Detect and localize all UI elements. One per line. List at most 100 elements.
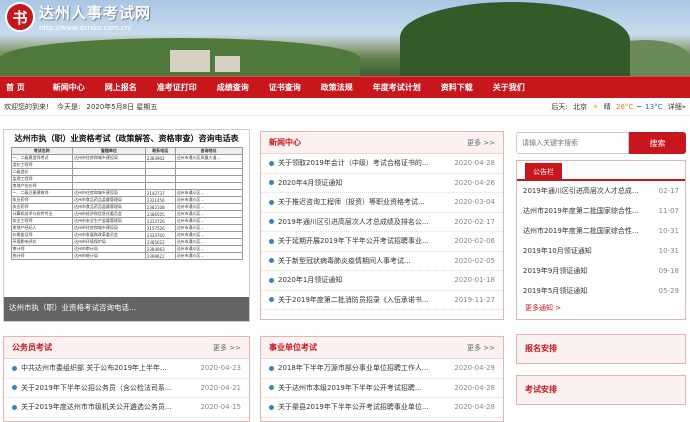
notice-item-text[interactable]: 2019年9月领证通知 [523,266,655,276]
signup-schedule-box[interactable]: 报名安排 [516,334,686,364]
table-cell: 监理工程师 [10,175,73,183]
notice-item[interactable]: 2019年10月领证通知 10-31 [517,241,685,261]
public-institution-panel: 事业单位考试 更多 >> 2018年下半年万源市部分事业单位招聘工作人... 202… [260,336,504,422]
nav-home[interactable]: 首 页 [0,77,43,99]
list-item-text[interactable]: 关于新型冠状病毒肺炎疫情期间人事考试... [278,256,448,266]
list-item-text[interactable]: 关于渠县2019年下半年公开考试招聘事业单位... [278,402,448,412]
nav-news[interactable]: 新闻中心 [43,77,95,99]
notice-item-text[interactable]: 2019年10月领证通知 [523,246,655,256]
list-item-text[interactable]: 关于2019年度达州市市级机关公开遴选公务员... [21,402,194,412]
list-item-date: 2020-03-04 [454,198,495,207]
bullet-icon [12,365,17,371]
public-more-link[interactable]: 更多 >> [467,343,495,353]
table-cell: 达州市住房和城乡建设局 [71,224,146,232]
site-header: 书 达州人事考试网 http://www.dzrsks.com.cn/ [0,0,690,76]
news-item[interactable]: 关于2019年度第二批消防员招录《入伍承诺书... 2019-11-27 [261,291,503,310]
civil-item[interactable]: 关于2019年下半年公招公务员（含公检法司系... 2020-04-21 [4,379,249,398]
list-item-text[interactable]: 关于2019年下半年公招公务员（含公检法司系... [21,383,194,393]
news-more-link[interactable]: 更多 >> [467,138,495,148]
list-item-text[interactable]: 关于达州市本级2019年下半年公开考试招聘... [278,383,448,393]
nav-signup[interactable]: 网上报名 [95,77,147,99]
table-cell: 2384063 [144,245,176,253]
search-input[interactable] [516,132,629,154]
table-cell: 达州市统计局 [71,252,146,260]
table-row: 监理工程师 [10,175,243,183]
table-cell: 达州市通川区... [174,196,243,204]
notice-item[interactable]: 达州市2019年度第二批国家综合性... 10-31 [517,221,685,241]
bullet-icon [269,385,274,391]
weather-widget: 后天: 北京 ☀ 晴 26°C ~13°C 详细» [548,102,686,112]
table-cell: 2382108 [144,203,176,211]
public-item[interactable]: 关于达州市本级2019年下半年公开考试招聘... 2020-04-28 [261,379,503,398]
notice-item[interactable]: 2019年通川区引进高层次人才总成... 02-17 [517,181,685,201]
table-cell: 达州市食品药品监督管理局 [71,203,146,211]
list-item-text[interactable]: 关于领取2019年会计（中级）考试合格证书的... [278,158,448,168]
nav-downloads[interactable]: 资料下载 [431,77,483,99]
table-cell [174,168,243,176]
news-item[interactable]: 关于推迟咨询工程师（投资）等职业资格考试... 2020-03-04 [261,193,503,213]
news-item[interactable]: 2019年通川区引进高层次人才总成绩及排名公... 2020-02-17 [261,213,503,232]
weather-detail-link[interactable]: 详细» [668,103,686,111]
notice-item-text[interactable]: 达州市2019年度第二批国家综合性... [523,206,655,216]
bullet-icon [12,385,17,391]
table-row: 造价工程师 [10,161,243,169]
news-item[interactable]: 2020年4月领证通知 2020-04-26 [261,174,503,193]
list-item-text[interactable]: 2020年4月领证通知 [278,178,448,188]
table-row: 房地产估价师 [10,182,243,190]
civil-item[interactable]: 关于2019年度达州市市级机关公开遴选公务员... 2020-04-15 [4,398,249,418]
news-item[interactable]: 2020年1月领证通知 2020-01-18 [261,271,503,291]
table-cell: 统计师 [10,252,73,260]
exam-schedule-box[interactable]: 考试安排 [516,375,686,405]
public-item[interactable]: 关于渠县2019年下半年公开考试招聘事业单位... 2020-04-28 [261,398,503,418]
notice-item-text[interactable]: 2019年5月领证通知 [523,286,655,296]
list-item-date: 2020-04-23 [200,364,241,373]
nav-policy[interactable]: 政策法规 [311,77,363,99]
notice-more-link[interactable]: 更多通知 > [517,301,685,315]
civil-more-link[interactable]: 更多 >> [213,343,241,353]
public-item[interactable]: 2018年下半年万源市部分事业单位招聘工作人... 2020-04-29 [261,359,503,379]
table-cell: 一、二级注册建筑师 [10,189,73,197]
slide-caption[interactable]: 达州市执（职）业资格考试咨询电话... [4,297,249,321]
news-item[interactable]: 关于延期开展2019年下半年公开考试招聘事业... 2020-02-06 [261,232,503,252]
list-item-text[interactable]: 中共达州市委组织部 关于公布2019年上半年... [21,363,194,373]
site-logo[interactable]: 书 达州人事考试网 http://www.dzrsks.com.cn/ [5,2,151,32]
civil-title: 公务员考试 [12,343,52,352]
list-item-text[interactable]: 关于推迟咨询工程师（投资）等职业资格考试... [278,197,448,207]
temp-sep: ~ [636,102,643,111]
weather-city: 北京 [573,102,588,111]
list-item-text[interactable]: 2018年下半年万源市部分事业单位招聘工作人... [278,363,448,373]
table-header-cell: 咨询地址 [174,147,243,155]
building-graphic [170,50,210,72]
nav-score-query[interactable]: 成绩查询 [207,77,259,99]
news-item[interactable]: 关于新型冠状病毒肺炎疫情期间人事考试... 2020-02-05 [261,252,503,271]
bullet-icon [269,180,274,186]
list-item-date: 2020-04-26 [454,178,495,187]
civil-item[interactable]: 中共达州市委组织部 关于公布2019年上半年... 2020-04-23 [4,359,249,379]
nav-certificate-query[interactable]: 证书查询 [259,77,311,99]
table-row: 价格鉴证师 达州市发展和改革委员会 2333700 达州市通川区... [10,231,243,239]
featured-image-slide[interactable]: 达州市执（职）业资格考试（政策解答、资格审查）咨询电话表 考试名称 管理单位 联系电… [3,129,250,322]
list-item-text[interactable]: 2020年1月领证通知 [278,275,448,285]
table-header-cell: 联系电话 [144,147,176,155]
table-cell [71,161,146,169]
table-cell: 二级造价 [10,168,73,176]
doc-title: 达州市执（职）业资格考试（政策解答、资格审查）咨询电话表 [14,134,239,143]
nav-annual-plan[interactable]: 年度考试计划 [363,77,431,99]
search-button[interactable]: 搜索 [629,132,686,154]
list-item-text[interactable]: 关于2019年度第二批消防员招录《入伍承诺书... [278,295,448,305]
nav-admission-ticket[interactable]: 准考证打印 [147,77,207,99]
list-item-text[interactable]: 2019年通川区引进高层次人才总成绩及排名公... [278,217,448,227]
notice-item-text[interactable]: 2019年通川区引进高层次人才总成... [523,186,655,196]
table-row: 一、二级注册建筑师 达州市住房和城乡建设局 2142737 达州市通川区... [10,189,243,197]
notice-item[interactable]: 达州市2019年度第二批国家综合性... 11-07 [517,201,685,221]
list-item-text[interactable]: 关于延期开展2019年下半年公开考试招聘事业... [278,236,448,246]
notice-item[interactable]: 2019年5月领证通知 05-29 [517,281,685,301]
notice-board: 公告栏 2019年通川区引进高层次人才总成... 02-17 达州市2019年度第二… [516,160,686,320]
news-item[interactable]: 关于领取2019年会计（中级）考试合格证书的... 2020-04-28 [261,154,503,174]
notice-item-text[interactable]: 达州市2019年度第二批国家综合性... [523,226,655,236]
notice-tab[interactable]: 公告栏 [525,163,562,181]
nav-about[interactable]: 关于我们 [483,77,535,99]
table-cell: 一、二级建造师考试 [10,154,73,162]
table-cell: 安全工程师 [10,217,73,225]
notice-item[interactable]: 2019年9月领证通知 09-18 [517,261,685,281]
